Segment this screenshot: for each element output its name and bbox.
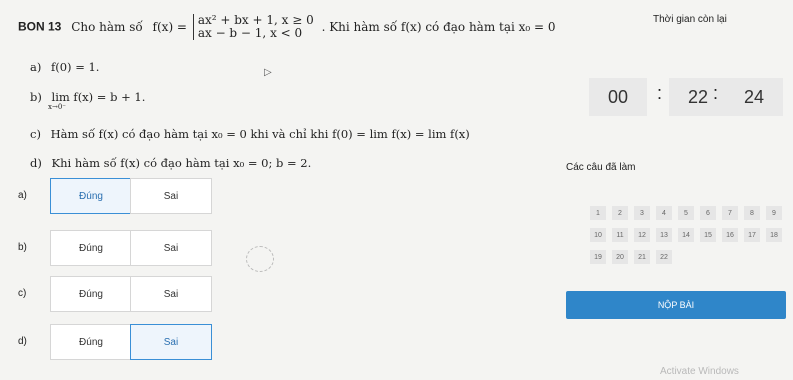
timer-colon: : (657, 83, 663, 103)
done-question-cell[interactable]: 6 (700, 206, 716, 220)
case-2: ax − b − 1, x < 0 (197, 26, 303, 40)
submit-button[interactable]: NỘP BÀI (566, 291, 786, 319)
done-question-cell[interactable]: 8 (744, 206, 760, 220)
answer-letter: a) (18, 190, 27, 201)
true-option-button[interactable]: Đúng (50, 230, 132, 266)
statement-text: Khi hàm số f(x) có đạo hàm tại x₀ = 0; b… (51, 156, 312, 170)
done-question-cell[interactable]: 2 (612, 206, 628, 220)
done-questions-label: Các câu đã làm (566, 162, 636, 173)
done-question-cell[interactable]: 5 (678, 206, 694, 220)
done-question-cell[interactable]: 14 (678, 228, 694, 242)
windows-watermark: Activate Windows (660, 366, 739, 377)
function-name: f(x) = (152, 19, 187, 34)
statement-b: b) lim f(x) = b + 1. x→0⁻ (30, 90, 146, 111)
question-header: BON 13 Cho hàm số f(x) = ax² + bx + 1, x… (18, 14, 556, 40)
false-option-button[interactable]: Sai (130, 324, 212, 360)
timer-minutes: 22 (669, 78, 727, 116)
limit-subscript: x→0⁻ (48, 103, 66, 111)
done-question-cell[interactable]: 12 (634, 228, 650, 242)
done-questions-grid: 1 2 3 4 5 6 7 8 9 10 11 12 13 14 15 16 17 18 19 20 21 22 (590, 206, 790, 276)
done-question-cell[interactable]: 20 (612, 250, 628, 264)
loading-spinner-icon (246, 246, 274, 272)
statement-letter: a) (30, 60, 42, 74)
statement-letter: b) (30, 90, 42, 104)
answer-row: c) Đúng Sai (18, 276, 218, 312)
statement-text: lim f(x) = b + 1. (51, 90, 146, 104)
done-question-cell[interactable]: 1 (590, 206, 606, 220)
done-question-cell[interactable]: 3 (634, 206, 650, 220)
true-option-button[interactable]: Đúng (50, 178, 132, 214)
done-question-cell[interactable]: 15 (700, 228, 716, 242)
done-question-cell[interactable]: 22 (656, 250, 672, 264)
timer-colon: : (713, 83, 719, 103)
statement-text: Hàm số f(x) có đạo hàm tại x₀ = 0 khi và… (50, 127, 470, 141)
done-question-cell[interactable]: 16 (722, 228, 738, 242)
done-question-cell[interactable]: 19 (590, 250, 606, 264)
answer-row: a) Đúng Sai (18, 178, 218, 214)
statement-a: a) f(0) = 1. (30, 60, 99, 74)
mouse-cursor-icon: ▷ (264, 67, 272, 78)
question-number: BON 13 (18, 19, 62, 34)
done-question-cell[interactable]: 18 (766, 228, 782, 242)
statement-c: c) Hàm số f(x) có đạo hàm tại x₀ = 0 khi… (30, 127, 470, 141)
statement-d: d) Khi hàm số f(x) có đạo hàm tại x₀ = 0… (30, 156, 311, 170)
done-question-cell[interactable]: 21 (634, 250, 650, 264)
piecewise-cases: ax² + bx + 1, x ≥ 0 ax − b − 1, x < 0 (192, 14, 314, 40)
statement-text: f(0) = 1. (51, 60, 100, 74)
timer-label: Thời gian còn lại (653, 14, 727, 25)
statement-letter: d) (30, 156, 42, 170)
false-option-button[interactable]: Sai (130, 230, 212, 266)
question-intro: Cho hàm số (71, 19, 143, 34)
answer-letter: b) (18, 242, 27, 253)
statement-letter: c) (30, 127, 41, 141)
answer-letter: c) (18, 288, 27, 299)
done-question-cell[interactable]: 11 (612, 228, 628, 242)
done-question-cell[interactable]: 4 (656, 206, 672, 220)
true-option-button[interactable]: Đúng (50, 276, 132, 312)
true-option-button[interactable]: Đúng (50, 324, 132, 360)
answer-row: b) Đúng Sai (18, 230, 218, 266)
false-option-button[interactable]: Sai (130, 178, 212, 214)
timer-seconds: 24 (725, 78, 783, 116)
answer-letter: d) (18, 336, 27, 347)
done-question-cell[interactable]: 9 (766, 206, 782, 220)
done-question-cell[interactable]: 7 (722, 206, 738, 220)
question-suffix: . Khi hàm số f(x) có đạo hàm tại x₀ = 0 (321, 19, 556, 34)
done-question-cell[interactable]: 17 (744, 228, 760, 242)
answer-row: d) Đúng Sai (18, 324, 218, 360)
timer-hours: 00 (589, 78, 647, 116)
done-question-cell[interactable]: 10 (590, 228, 606, 242)
false-option-button[interactable]: Sai (130, 276, 212, 312)
done-question-cell[interactable]: 13 (656, 228, 672, 242)
